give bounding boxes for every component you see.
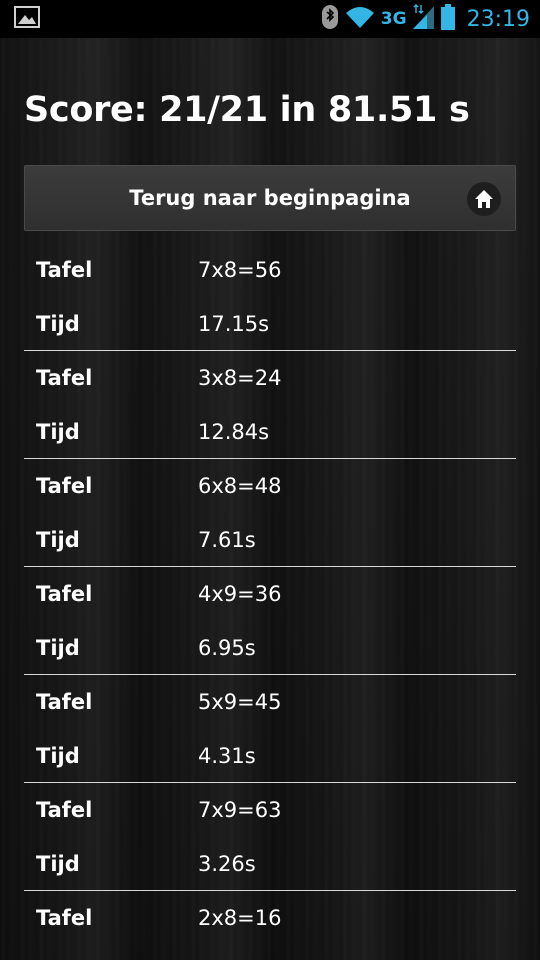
tijd-row: Tijd 4.31s: [24, 729, 516, 783]
tijd-label: Tijd: [36, 744, 80, 768]
result-item: Tafel 3x8=24 Tijd 12.84s: [24, 351, 516, 459]
tafel-row: Tafel 7x9=63: [24, 783, 516, 837]
signal-icon: [412, 3, 435, 35]
score-heading: Score: 21/21 in 81.51 s: [24, 90, 470, 130]
tijd-row: Tijd 12.84s: [24, 405, 516, 459]
tafel-row: Tafel 7x8=56: [24, 243, 516, 297]
tafel-value: 5x9=45: [198, 690, 282, 714]
result-item: Tafel 7x9=63 Tijd 3.26s: [24, 783, 516, 891]
tafel-value: 4x9=36: [198, 582, 282, 606]
tafel-row: Tafel 2x8=16: [24, 891, 516, 945]
tafel-value: 2x8=16: [198, 906, 282, 930]
tafel-label: Tafel: [36, 798, 93, 822]
image-notification-icon: [14, 5, 40, 33]
tijd-label: Tijd: [36, 636, 80, 660]
tijd-value: 17.15s: [198, 312, 270, 336]
tafel-row: Tafel 5x9=45: [24, 675, 516, 729]
bluetooth-icon: [321, 4, 339, 35]
screen: 3G 23:19 Score: 21/21 in 81.51 s Terug n…: [0, 0, 540, 960]
tafel-value: 3x8=24: [198, 366, 282, 390]
tijd-value: 6.95s: [198, 636, 256, 660]
tafel-label: Tafel: [36, 582, 93, 606]
tijd-row: Tijd 6.95s: [24, 621, 516, 675]
tijd-label: Tijd: [36, 852, 80, 876]
result-item: Tafel 6x8=48 Tijd 7.61s: [24, 459, 516, 567]
battery-icon: [440, 3, 455, 35]
wifi-icon: [345, 5, 375, 34]
tafel-row: Tafel 4x9=36: [24, 567, 516, 621]
tafel-label: Tafel: [36, 258, 93, 282]
tafel-value: 6x8=48: [198, 474, 282, 498]
status-left: [14, 5, 40, 33]
tijd-value: 12.84s: [198, 420, 270, 444]
tijd-value: 3.26s: [198, 852, 256, 876]
tijd-row: Tijd 3.26s: [24, 837, 516, 891]
tafel-row: Tafel 6x8=48: [24, 459, 516, 513]
tafel-label: Tafel: [36, 690, 93, 714]
home-icon[interactable]: [467, 182, 501, 216]
result-item: Tafel 4x9=36 Tijd 6.95s: [24, 567, 516, 675]
result-item: Tafel 5x9=45 Tijd 4.31s: [24, 675, 516, 783]
tafel-value: 7x9=63: [198, 798, 282, 822]
tafel-label: Tafel: [36, 366, 93, 390]
status-time: 23:19: [466, 6, 530, 32]
status-bar: 3G 23:19: [0, 0, 540, 38]
tijd-label: Tijd: [36, 528, 80, 552]
network-type-label: 3G: [380, 9, 407, 29]
tijd-row: Tijd 7.61s: [24, 513, 516, 567]
tijd-label: Tijd: [36, 312, 80, 336]
status-right: 3G 23:19: [321, 3, 530, 35]
tijd-value: 7.61s: [198, 528, 256, 552]
tijd-value: 4.31s: [198, 744, 256, 768]
tafel-row: Tafel 3x8=24: [24, 351, 516, 405]
tafel-label: Tafel: [36, 474, 93, 498]
tafel-value: 7x8=56: [198, 258, 282, 282]
tijd-row: Tijd 17.15s: [24, 297, 516, 351]
back-to-home-label: Terug naar beginpagina: [129, 186, 411, 210]
tijd-label: Tijd: [36, 420, 80, 444]
back-to-home-button[interactable]: Terug naar beginpagina: [24, 165, 516, 231]
result-item: Tafel 2x8=16: [24, 891, 516, 960]
results-list: Tafel 7x8=56 Tijd 17.15s Tafel 3x8=24 Ti…: [24, 243, 516, 960]
result-item: Tafel 7x8=56 Tijd 17.15s: [24, 243, 516, 351]
tafel-label: Tafel: [36, 906, 93, 930]
